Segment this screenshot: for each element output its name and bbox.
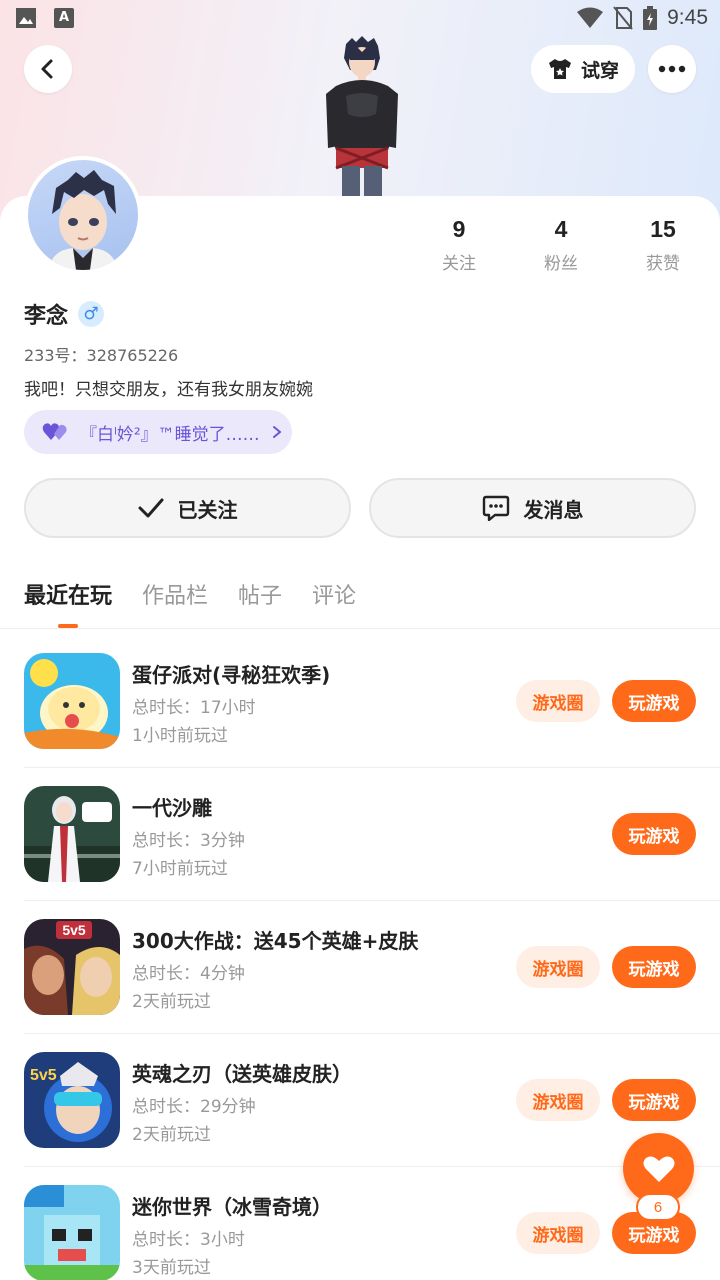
name-row: 李念 ♂ [24, 298, 105, 330]
stat-value: 4 [554, 216, 568, 242]
cp-relationship-pill[interactable]: 『白ˡ妗²』™睡觉了…… [24, 410, 292, 454]
list-item[interactable]: 蛋仔派对(寻秘狂欢季) 总时长：17小时 1小时前玩过 游戏圈 玩游戏 [24, 635, 720, 768]
svg-text:5v5: 5v5 [62, 922, 86, 938]
chevron-left-icon [41, 59, 53, 79]
status-bar: A 9:45 [0, 0, 720, 36]
user-name: 李念 [24, 304, 69, 329]
list-item[interactable]: 5v5 300大作战：送45个英雄+皮肤 总时长：4分钟 2天前玩过 游戏圈 玩… [24, 901, 720, 1034]
game-last-played: 1小时前玩过 [132, 726, 228, 746]
battery-icon [643, 6, 658, 30]
tshirt-icon [548, 59, 571, 79]
game-title: 英魂之刃（送英雄皮肤） [132, 1062, 352, 1086]
wifi-icon [577, 7, 604, 28]
more-button[interactable] [648, 45, 696, 93]
profile-tabs: 最近在玩 作品栏 帖子 评论 [24, 578, 356, 628]
game-title: 迷你世界（冰雪奇境） [132, 1195, 332, 1219]
recent-games-list: 蛋仔派对(寻秘狂欢季) 总时长：17小时 1小时前玩过 游戏圈 玩游戏 一代沙雕… [0, 635, 720, 1280]
game-last-played: 7小时前玩过 [132, 859, 228, 879]
double-heart-icon [42, 423, 67, 440]
game-duration: 总时长：29分钟 [132, 1097, 256, 1117]
yinghun-icon[interactable]: 5v5 [24, 1052, 120, 1148]
game-duration: 总时长：3分钟 [132, 831, 245, 851]
play-game-button[interactable]: 玩游戏 [612, 1079, 696, 1121]
no-sim-icon [613, 6, 633, 30]
divider [0, 628, 720, 629]
user-bio: 我吧！只想交朋友，还有我女朋友婉婉 [24, 380, 313, 400]
play-game-button[interactable]: 玩游戏 [612, 680, 696, 722]
gallery-notification-icon [16, 8, 36, 28]
svg-text:5v5: 5v5 [30, 1067, 57, 1084]
stat-followers[interactable]: 4 粉丝 [510, 216, 612, 274]
game-duration: 总时长：17小时 [132, 698, 256, 718]
stat-label: 获赞 [646, 254, 680, 274]
list-item[interactable]: 迷你世界（冰雪奇境） 总时长：3小时 3天前玩过 游戏圈 玩游戏 [24, 1167, 720, 1280]
game-circle-button[interactable]: 游戏圈 [516, 1212, 600, 1254]
game-last-played: 3天前玩过 [132, 1258, 211, 1278]
male-gender-icon: ♂ [78, 301, 105, 327]
play-game-button[interactable]: 玩游戏 [612, 813, 696, 855]
eggy-party-icon[interactable] [24, 653, 120, 749]
stat-following[interactable]: 9 关注 [408, 216, 510, 274]
user-id: 233号：328765226 [24, 346, 179, 365]
followed-label: 已关注 [177, 497, 238, 522]
check-icon [138, 498, 163, 518]
send-message-button[interactable]: 发消息 [369, 478, 696, 538]
chevron-right-icon [272, 426, 282, 438]
game-title: 一代沙雕 [132, 796, 212, 820]
game-title: 蛋仔派对(寻秘狂欢季) [132, 663, 331, 687]
keyboard-notification-icon: A [54, 8, 74, 28]
send-message-label: 发消息 [523, 497, 584, 522]
more-dots-icon [658, 65, 686, 73]
avatar[interactable] [24, 156, 142, 274]
300-battle-icon[interactable]: 5v5 [24, 919, 120, 1015]
game-circle-button[interactable]: 游戏圈 [516, 1079, 600, 1121]
stat-value: 9 [452, 216, 466, 242]
cp-text: 『白ˡ妗²』™睡觉了…… [80, 424, 260, 445]
chat-bubble-icon [482, 495, 509, 521]
stat-label: 粉丝 [544, 254, 578, 274]
stat-label: 关注 [442, 254, 476, 274]
mini-world-icon[interactable] [24, 1185, 120, 1280]
game-circle-button[interactable]: 游戏圈 [516, 680, 600, 722]
tab-works[interactable]: 作品栏 [142, 578, 208, 628]
list-item[interactable]: 5v5 英魂之刃（送英雄皮肤） 总时长：29分钟 2天前玩过 游戏圈 玩游戏 [24, 1034, 720, 1167]
game-last-played: 2天前玩过 [132, 992, 211, 1012]
heart-icon [643, 1156, 674, 1182]
avatar-3d-character[interactable] [316, 36, 408, 196]
game-duration: 总时长：3小时 [132, 1230, 245, 1250]
list-item[interactable]: 一代沙雕 总时长：3分钟 7小时前玩过 玩游戏 [24, 768, 720, 901]
try-on-button[interactable]: 试穿 [531, 45, 635, 93]
stat-likes[interactable]: 15 获赞 [612, 216, 714, 274]
tab-comments[interactable]: 评论 [312, 578, 356, 628]
stat-value: 15 [650, 216, 676, 242]
tab-recently-played[interactable]: 最近在玩 [24, 578, 112, 628]
profile-stats: 9 关注 4 粉丝 15 获赞 [408, 216, 720, 274]
play-game-button[interactable]: 玩游戏 [612, 946, 696, 988]
followed-button[interactable]: 已关注 [24, 478, 351, 538]
yidai-shadiao-icon[interactable] [24, 786, 120, 882]
game-circle-button[interactable]: 游戏圈 [516, 946, 600, 988]
tab-posts[interactable]: 帖子 [238, 578, 282, 628]
back-button[interactable] [24, 45, 72, 93]
try-on-label: 试穿 [580, 59, 619, 82]
like-count-badge: 6 [636, 1193, 680, 1221]
game-duration: 总时长：4分钟 [132, 964, 245, 984]
game-title: 300大作战：送45个英雄+皮肤 [132, 929, 419, 953]
game-last-played: 2天前玩过 [132, 1125, 211, 1145]
clock: 9:45 [667, 6, 708, 29]
